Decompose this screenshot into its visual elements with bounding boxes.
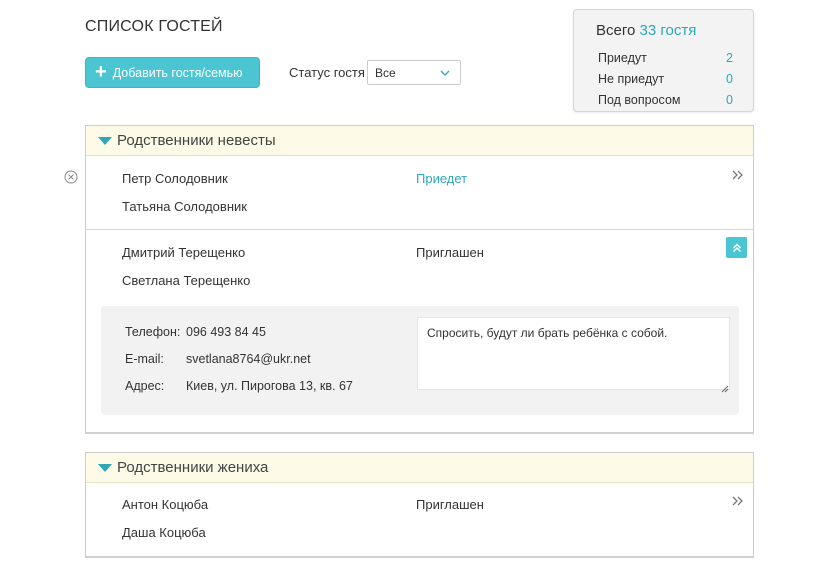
family-note-textarea[interactable]: Спросить, будут ли брать ребёнка с собой… [417,317,730,390]
phone-value: 096 493 84 45 [186,325,266,339]
guest-summary-panel: Всего 33 гостя Приедут 2 Не приедут 0 По… [573,9,754,112]
chevron-down-icon [440,68,450,78]
summary-total-count: 33 гостя [639,22,697,39]
guest-name: Татьяна Солодовник [122,199,247,214]
family-status[interactable]: Приедет [416,171,467,186]
family-status[interactable]: Приглашен [416,497,484,512]
address-label: Адрес: [125,379,165,393]
summary-total-prefix: Всего [596,22,636,39]
summary-total: Всего 33 гостя [596,22,696,39]
address-value: Киев, ул. Пирогова 13, кв. 67 [186,379,353,393]
family-row-expanded: Дмитрий Терещенко Светлана Терещенко При… [86,230,753,433]
group-title: Родственники невесты [117,132,276,149]
summary-row-label: Приедут [598,51,647,65]
summary-row-undecided: Под вопросом 0 [598,93,733,107]
group-title: Родственники жениха [117,459,269,476]
plus-icon: + [95,60,107,83]
add-guest-button[interactable]: + Добавить гостя/семью [85,57,260,88]
resize-grip-icon[interactable] [721,381,729,393]
family-status[interactable]: Приглашен [416,245,484,260]
status-filter-label: Статус гостя [289,65,365,80]
family-details-panel: Телефон: 096 493 84 45 E-mail: svetlana8… [101,306,739,415]
double-chevron-right-icon[interactable] [732,493,744,509]
circle-x-icon[interactable] [64,170,78,187]
summary-row-value: 0 [726,93,733,107]
guest-name: Даша Коцюба [122,525,206,540]
triangle-down-icon [98,137,112,145]
summary-row-not-coming: Не приедут 0 [598,72,733,86]
guest-name: Антон Коцюба [122,497,209,512]
group-header[interactable]: Родственники жениха [86,453,753,483]
summary-row-value: 2 [726,51,733,65]
add-guest-label: Добавить гостя/семью [112,65,243,80]
guest-group-groom: Родственники жениха Антон Коцюба Даша Ко… [85,452,754,558]
group-header[interactable]: Родственники невесты [86,126,753,156]
triangle-down-icon [98,464,112,472]
summary-row-coming: Приедут 2 [598,51,733,65]
email-value: svetlana8764@ukr.net [186,352,311,366]
page-title: СПИСОК ГОСТЕЙ [85,18,223,35]
email-label: E-mail: [125,352,164,366]
status-filter-select[interactable]: Все [367,60,461,85]
guest-group-bride: Родственники невесты Петр Солодовник Тат… [85,125,754,434]
double-chevron-up-icon[interactable] [726,237,747,258]
double-chevron-right-icon[interactable] [732,167,744,183]
family-row: Антон Коцюба Даша Коцюба Приглашен [86,483,753,555]
guest-name: Светлана Терещенко [122,273,251,288]
summary-row-label: Под вопросом [598,93,681,107]
guest-name: Дмитрий Терещенко [122,245,246,260]
phone-label: Телефон: [125,325,181,339]
family-row: Петр Солодовник Татьяна Солодовник Приед… [86,156,753,230]
status-filter-value: Все [375,65,396,80]
guest-name: Петр Солодовник [122,171,228,186]
summary-row-label: Не приедут [598,72,665,86]
summary-row-value: 0 [726,72,733,86]
